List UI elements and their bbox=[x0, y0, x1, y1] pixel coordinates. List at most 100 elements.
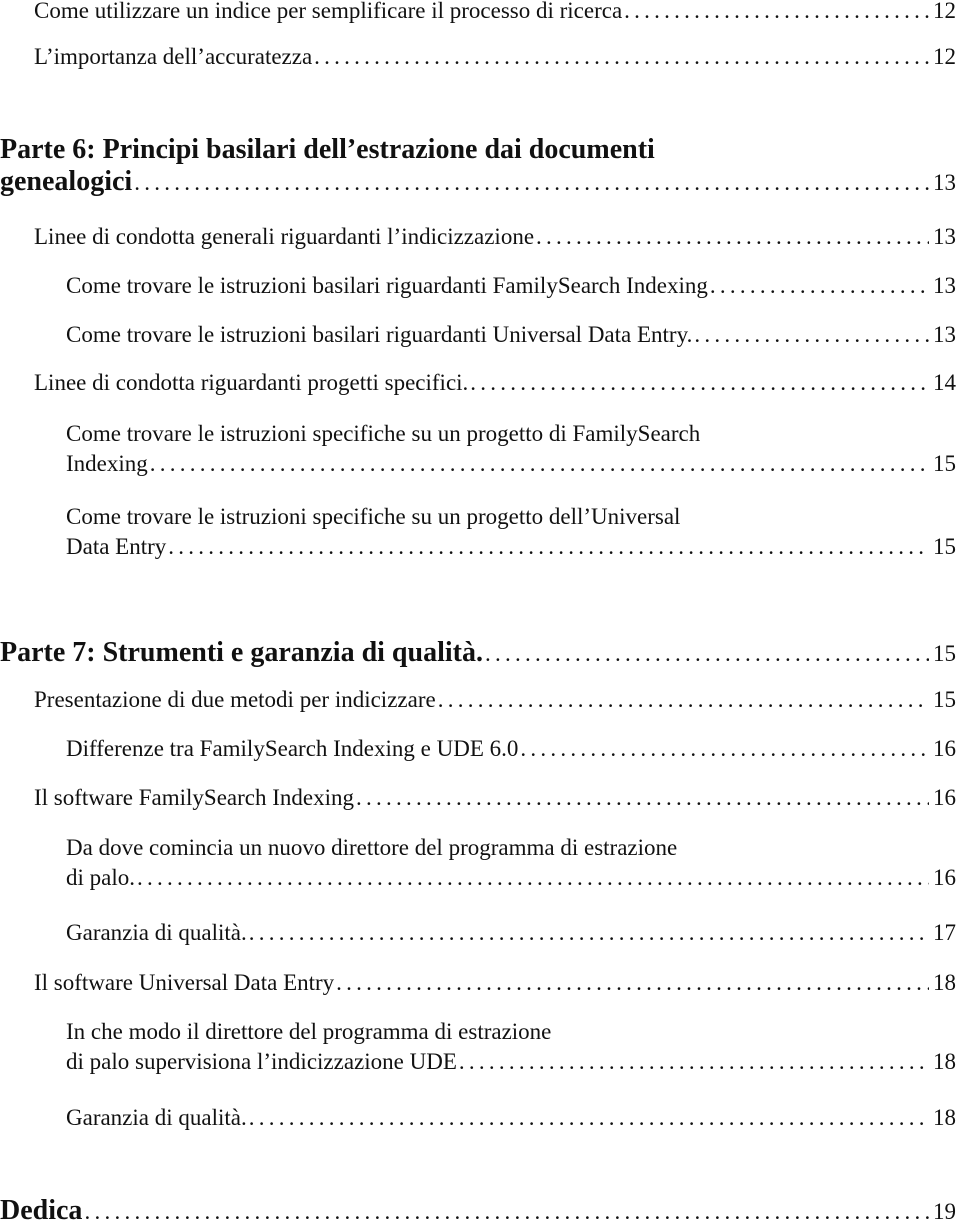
toc-entry[interactable]: Il software FamilySearch Indexing 16 bbox=[34, 785, 956, 811]
toc-entry-line: Data Entry 15 bbox=[66, 534, 956, 560]
toc-entry[interactable]: Garanzia di qualità. 17 bbox=[66, 920, 956, 946]
toc-page-number: 13 bbox=[933, 322, 956, 347]
toc-page-number: 18 bbox=[933, 1049, 956, 1074]
toc-entry[interactable]: Linee di condotta generali riguardanti l… bbox=[34, 224, 956, 250]
toc-entry-line: Linee di condotta generali riguardanti l… bbox=[34, 224, 956, 250]
toc-page-number: 17 bbox=[933, 920, 956, 945]
dot-leader bbox=[536, 224, 929, 250]
dot-leader bbox=[84, 1199, 929, 1225]
toc-page-number: 12 bbox=[933, 44, 956, 69]
toc-entry-line: di palo supervisiona l’indicizzazione UD… bbox=[66, 1049, 956, 1075]
toc-entry[interactable]: Differenze tra FamilySearch Indexing e U… bbox=[66, 736, 956, 762]
toc-entry-title: Parte 7: Strumenti e garanzia di qualità… bbox=[0, 637, 483, 668]
toc-section-heading[interactable]: Parte 6: Principi basilari dell’estrazio… bbox=[0, 134, 956, 198]
toc-entry-line: Il software FamilySearch Indexing 16 bbox=[34, 785, 956, 811]
toc-page-number: 13 bbox=[933, 273, 956, 298]
toc-entry[interactable]: Come trovare le istruzioni specifiche su… bbox=[66, 421, 956, 477]
toc-page-number: 18 bbox=[933, 970, 956, 995]
toc-entry-title: Come utilizzare un indice per semplifica… bbox=[34, 0, 623, 23]
toc-entry[interactable]: L’importanza dell’accuratezza 12 bbox=[34, 44, 956, 70]
toc-page-number: 14 bbox=[933, 370, 956, 395]
toc-entry-title: Da dove comincia un nuovo direttore del … bbox=[66, 835, 678, 860]
toc-entry-title: Come trovare le istruzioni specifiche su… bbox=[66, 421, 701, 446]
toc-entry-line: Il software Universal Data Entry 18 bbox=[34, 970, 956, 996]
toc-entry-line: Garanzia di qualità. 18 bbox=[66, 1105, 956, 1131]
toc-entry-title: L’importanza dell’accuratezza bbox=[34, 44, 313, 69]
toc-page-number: 15 bbox=[933, 687, 956, 712]
dot-leader bbox=[336, 970, 929, 996]
toc-entry-title: Come trovare le istruzioni basilari rigu… bbox=[66, 322, 693, 347]
toc-entry-title: Come trovare le istruzioni basilari rigu… bbox=[66, 273, 708, 298]
toc-entry-title: Linee di condotta riguardanti progetti s… bbox=[34, 370, 469, 395]
dot-leader bbox=[356, 785, 929, 811]
dot-leader bbox=[137, 865, 929, 891]
dot-leader bbox=[710, 273, 929, 299]
dot-leader bbox=[168, 534, 929, 560]
dot-leader bbox=[459, 1049, 929, 1075]
toc-entry-line: Parte 7: Strumenti e garanzia di qualità… bbox=[0, 637, 956, 669]
toc-entry[interactable]: Presentazione di due metodi per indicizz… bbox=[34, 687, 956, 713]
toc-entry[interactable]: In che modo il direttore del programma d… bbox=[66, 1019, 956, 1075]
toc-entry[interactable]: Come trovare le istruzioni basilari rigu… bbox=[66, 322, 956, 348]
toc-entry-title: di palo. bbox=[66, 865, 135, 890]
toc-entry-line: Come trovare le istruzioni specifiche su… bbox=[66, 504, 956, 530]
toc-section-heading[interactable]: Dedica 19 bbox=[0, 1195, 956, 1227]
toc-entry-line: Come trovare le istruzioni specifiche su… bbox=[66, 421, 956, 447]
toc-entry-title: Garanzia di qualità. bbox=[66, 1105, 247, 1130]
toc-entry[interactable]: Linee di condotta riguardanti progetti s… bbox=[34, 370, 956, 396]
toc-page-number: 16 bbox=[933, 736, 956, 761]
toc-entry-title: Parte 6: Principi basilari dell’estrazio… bbox=[0, 134, 655, 165]
toc-entry[interactable]: Come utilizzare un indice per semplifica… bbox=[34, 0, 956, 24]
toc-entry-line: Parte 6: Principi basilari dell’estrazio… bbox=[0, 134, 956, 166]
toc-entry-title: Presentazione di due metodi per indicizz… bbox=[34, 687, 436, 712]
toc-entry-title: Differenze tra FamilySearch Indexing e U… bbox=[66, 736, 519, 761]
toc-entry[interactable]: Come trovare le istruzioni specifiche su… bbox=[66, 504, 956, 560]
toc-entry-line: Differenze tra FamilySearch Indexing e U… bbox=[66, 736, 956, 762]
toc-page-number: 12 bbox=[933, 0, 956, 23]
dot-leader bbox=[249, 1105, 929, 1131]
toc-entry-line: Linee di condotta riguardanti progetti s… bbox=[34, 370, 956, 396]
toc-entry-line: L’importanza dell’accuratezza 12 bbox=[34, 44, 956, 70]
toc-entry-line: In che modo il direttore del programma d… bbox=[66, 1019, 956, 1045]
dot-leader bbox=[520, 736, 929, 762]
toc-entry-title: Linee di condotta generali riguardanti l… bbox=[34, 224, 535, 249]
toc-entry-title: Indexing bbox=[66, 451, 148, 476]
toc-entry-line: Da dove comincia un nuovo direttore del … bbox=[66, 835, 956, 861]
toc-entry-line: genealogici 13 bbox=[0, 166, 956, 198]
toc-page-number: 16 bbox=[933, 785, 956, 810]
dot-leader bbox=[314, 44, 929, 70]
toc-page-number: 13 bbox=[933, 170, 956, 195]
toc-entry-title: genealogici bbox=[0, 166, 133, 197]
dot-leader bbox=[150, 451, 929, 477]
dot-leader bbox=[438, 687, 929, 713]
toc-section-heading[interactable]: Parte 7: Strumenti e garanzia di qualità… bbox=[0, 637, 956, 669]
toc-entry-line: Come utilizzare un indice per semplifica… bbox=[34, 0, 956, 24]
toc-entry[interactable]: Garanzia di qualità. 18 bbox=[66, 1105, 956, 1131]
toc-entry-title: Come trovare le istruzioni specifiche su… bbox=[66, 504, 681, 529]
toc-entry-line: Come trovare le istruzioni basilari rigu… bbox=[66, 273, 956, 299]
toc-entry-line: di palo. 16 bbox=[66, 865, 956, 891]
dot-leader bbox=[134, 170, 929, 196]
toc-entry-title: Il software FamilySearch Indexing bbox=[34, 785, 354, 810]
toc-entry[interactable]: Come trovare le istruzioni basilari rigu… bbox=[66, 273, 956, 299]
toc-page-number: 15 bbox=[933, 451, 956, 476]
toc-page-number: 19 bbox=[933, 1199, 956, 1224]
toc-page-number: 13 bbox=[933, 224, 956, 249]
toc-entry-title: di palo supervisiona l’indicizzazione UD… bbox=[66, 1049, 457, 1074]
dot-leader bbox=[624, 0, 929, 24]
dot-leader bbox=[694, 322, 929, 348]
toc-entry[interactable]: Il software Universal Data Entry 18 bbox=[34, 970, 956, 996]
toc-page-number: 15 bbox=[933, 641, 956, 666]
toc-entry-line: Come trovare le istruzioni basilari rigu… bbox=[66, 322, 956, 348]
toc-entry-title: Data Entry bbox=[66, 534, 167, 559]
toc-entry-title: In che modo il direttore del programma d… bbox=[66, 1019, 552, 1044]
dot-leader bbox=[470, 370, 929, 396]
toc-entry-line: Indexing 15 bbox=[66, 451, 956, 477]
toc-entry-title: Garanzia di qualità. bbox=[66, 920, 247, 945]
toc-entry-line: Garanzia di qualità. 17 bbox=[66, 920, 956, 946]
dot-leader bbox=[485, 641, 929, 667]
toc-page-number: 15 bbox=[933, 534, 956, 559]
dot-leader bbox=[249, 920, 929, 946]
toc-entry-line: Presentazione di due metodi per indicizz… bbox=[34, 687, 956, 713]
toc-entry[interactable]: Da dove comincia un nuovo direttore del … bbox=[66, 835, 956, 891]
